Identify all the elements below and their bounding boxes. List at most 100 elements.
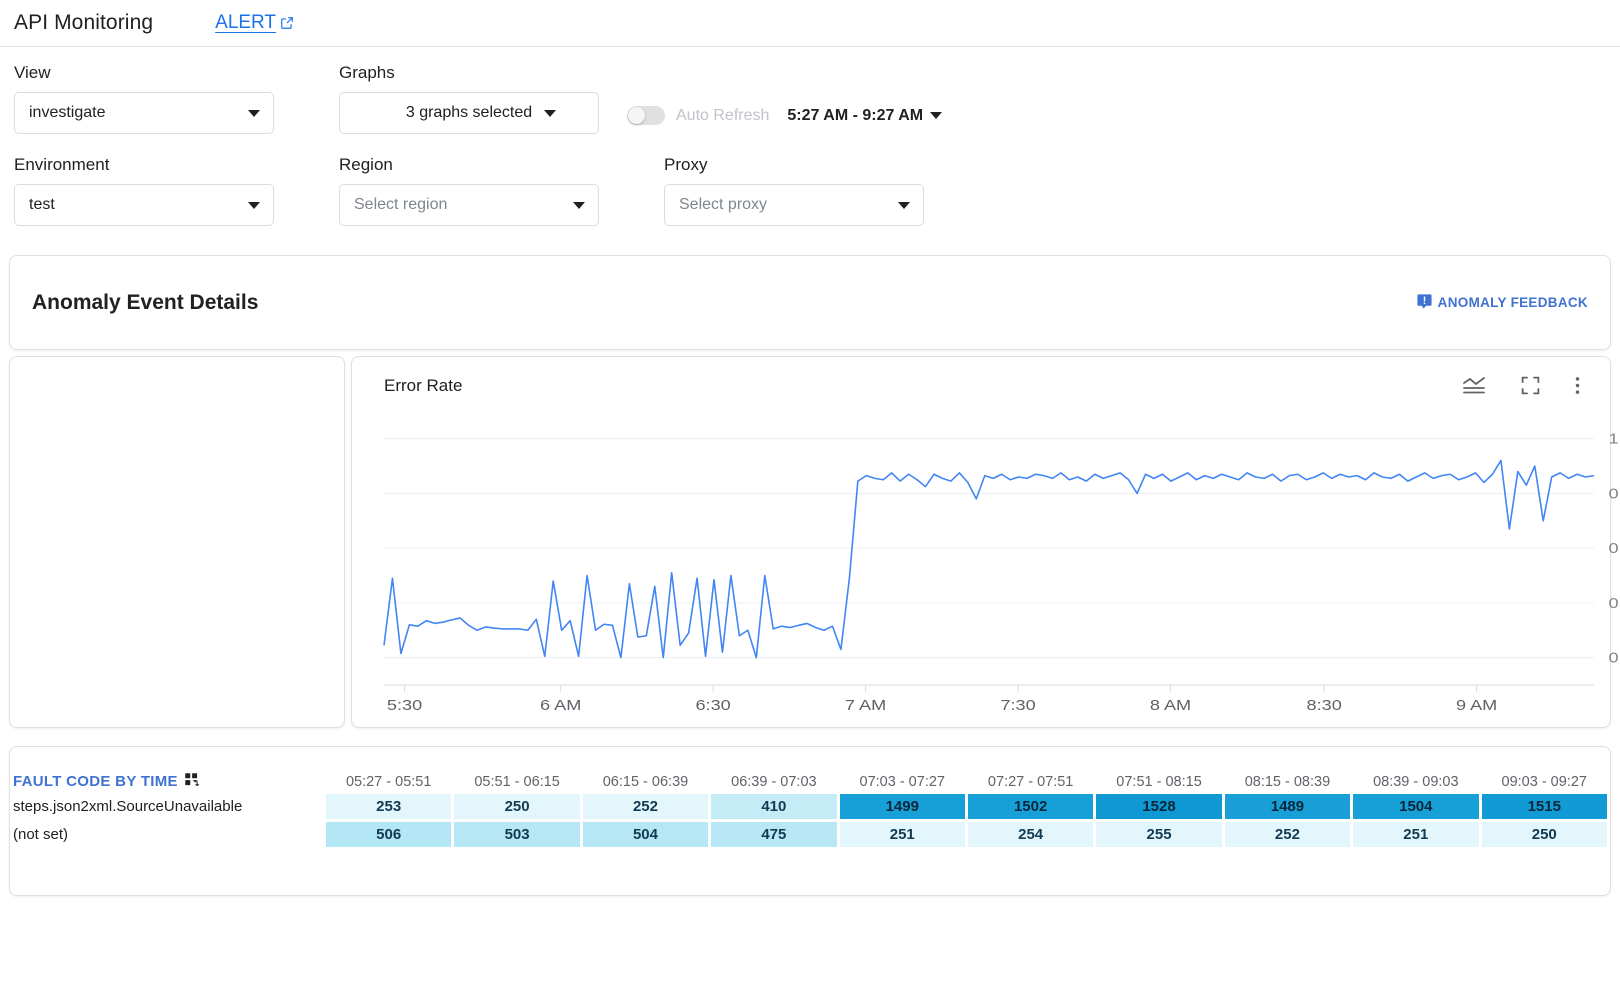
x-axis-tick-label: 5:30 <box>387 696 422 713</box>
x-axis-tick-label: 8:30 <box>1307 696 1342 713</box>
time-bucket-header: 06:39 - 07:03 <box>711 772 836 791</box>
fault-code-by-time-header: FAULT CODE BY TIME <box>13 772 323 791</box>
fault-count-cell[interactable]: 1499 <box>840 794 965 819</box>
y-axis-tick-label: 0.2 <box>1609 649 1620 666</box>
error-rate-chart-card: Error Rate <box>351 356 1611 728</box>
error-rate-line <box>384 461 1594 658</box>
field-view: View investigate <box>14 63 274 134</box>
fault-count-cell[interactable]: 1502 <box>968 794 1093 819</box>
x-axis-tick-label: 9 AM <box>1456 696 1497 713</box>
fault-count-cell[interactable]: 506 <box>326 822 451 847</box>
stacked-chart-icon[interactable] <box>1462 376 1486 396</box>
chart-svg: 1.00.80.60.40.25:306 AM6:307 AM7:308 AM8… <box>384 425 1594 685</box>
select-graphs-value: 3 graphs selected <box>406 104 532 122</box>
transpose-icon <box>184 772 199 791</box>
time-bucket-header: 07:27 - 07:51 <box>968 772 1093 791</box>
select-view-value: investigate <box>29 104 106 122</box>
select-environment-value: test <box>29 196 55 214</box>
fault-count-cell[interactable]: 1489 <box>1225 794 1350 819</box>
select-region-value: Select region <box>354 196 447 214</box>
x-axis-tick-label: 7:30 <box>1000 696 1035 713</box>
chart-row: Error Rate <box>9 356 1611 728</box>
time-bucket-header: 06:15 - 06:39 <box>583 772 708 791</box>
y-axis-tick-label: 1.0 <box>1609 430 1620 447</box>
side-detail-panel <box>9 356 345 728</box>
filters-panel: View investigate Graphs 3 graphs selecte… <box>0 47 1620 226</box>
fault-count-cell[interactable]: 252 <box>583 794 708 819</box>
anomaly-title: Anomaly Event Details <box>32 291 258 315</box>
time-bucket-header: 08:39 - 09:03 <box>1353 772 1478 791</box>
fault-count-cell[interactable]: 503 <box>454 822 579 847</box>
x-axis-tick-label: 8 AM <box>1150 696 1191 713</box>
fault-count-cell[interactable]: 1515 <box>1482 794 1607 819</box>
auto-refresh-group: Auto Refresh 5:27 AM - 9:27 AM <box>627 106 942 134</box>
chevron-down-icon <box>248 110 260 117</box>
fault-count-cell[interactable]: 255 <box>1096 822 1221 847</box>
fault-count-cell[interactable]: 252 <box>1225 822 1350 847</box>
y-axis-tick-label: 0.4 <box>1609 594 1620 611</box>
auto-refresh-toggle[interactable] <box>627 106 665 125</box>
fault-count-cell[interactable]: 1528 <box>1096 794 1221 819</box>
fault-code-table-card: FAULT CODE BY TIME 05:27 - 05:510 <box>9 746 1611 896</box>
select-environment[interactable]: test <box>14 184 274 226</box>
x-axis-tick-label: 7 AM <box>845 696 886 713</box>
corner-label: FAULT CODE BY TIME <box>13 773 178 790</box>
select-view[interactable]: investigate <box>14 92 274 134</box>
chart-toolbar <box>1462 375 1594 396</box>
select-proxy[interactable]: Select proxy <box>664 184 924 226</box>
chart-header: Error Rate <box>384 375 1594 396</box>
field-environment: Environment test <box>14 155 274 226</box>
chevron-down-icon <box>930 112 942 119</box>
chevron-down-icon <box>573 202 585 209</box>
error-rate-plot: 1.00.80.60.40.25:306 AM6:307 AM7:308 AM8… <box>384 425 1594 685</box>
fault-count-cell[interactable]: 253 <box>326 794 451 819</box>
comment-alert-icon <box>1416 293 1433 313</box>
time-bucket-header: 05:27 - 05:51 <box>326 772 451 791</box>
chevron-down-icon <box>898 202 910 209</box>
fault-count-cell[interactable]: 410 <box>711 794 836 819</box>
fault-count-cell[interactable]: 254 <box>968 822 1093 847</box>
filter-row-1: View investigate Graphs 3 graphs selecte… <box>0 63 1620 134</box>
page-title: API Monitoring <box>14 11 153 35</box>
fullscreen-icon[interactable] <box>1520 375 1541 396</box>
fault-count-cell[interactable]: 1504 <box>1353 794 1478 819</box>
label-view: View <box>14 63 274 83</box>
anomaly-feedback-button[interactable]: ANOMALY FEEDBACK <box>1416 293 1588 313</box>
label-graphs: Graphs <box>339 63 599 83</box>
select-proxy-value: Select proxy <box>679 196 767 214</box>
alert-link-label: ALERT <box>215 12 276 34</box>
label-proxy: Proxy <box>664 155 924 175</box>
fault-count-cell[interactable]: 504 <box>583 822 708 847</box>
time-range-picker[interactable]: 5:27 AM - 9:27 AM <box>787 107 942 125</box>
time-bucket-header: 05:51 - 06:15 <box>454 772 579 791</box>
y-axis-tick-label: 0.6 <box>1609 540 1620 557</box>
select-region[interactable]: Select region <box>339 184 599 226</box>
fault-count-cell[interactable]: 251 <box>1353 822 1478 847</box>
chevron-down-icon <box>248 202 260 209</box>
label-environment: Environment <box>14 155 274 175</box>
table-header-row: FAULT CODE BY TIME 05:27 - 05:510 <box>13 772 1607 791</box>
time-range-value: 5:27 AM - 9:27 AM <box>787 107 923 125</box>
external-link-icon <box>280 16 294 30</box>
time-bucket-header: 07:03 - 07:27 <box>840 772 965 791</box>
filter-row-2: Environment test Region Select region Pr… <box>0 155 1620 226</box>
more-vert-icon[interactable] <box>1575 375 1580 396</box>
alert-link[interactable]: ALERT <box>215 12 294 34</box>
x-axis-tick-label: 6:30 <box>695 696 730 713</box>
table-body: steps.json2xml.SourceUnavailable25325025… <box>13 794 1607 847</box>
transpose-button[interactable]: FAULT CODE BY TIME <box>13 772 199 791</box>
fault-code-label: steps.json2xml.SourceUnavailable <box>13 794 323 819</box>
y-axis-tick-label: 0.8 <box>1609 485 1620 502</box>
top-bar: API Monitoring ALERT <box>0 0 1620 47</box>
table-row: steps.json2xml.SourceUnavailable25325025… <box>13 794 1607 819</box>
fault-count-cell[interactable]: 250 <box>1482 822 1607 847</box>
field-region: Region Select region <box>339 155 599 226</box>
fault-count-cell[interactable]: 251 <box>840 822 965 847</box>
fault-count-cell[interactable]: 475 <box>711 822 836 847</box>
select-graphs[interactable]: 3 graphs selected <box>339 92 599 134</box>
anomaly-feedback-label: ANOMALY FEEDBACK <box>1438 295 1588 310</box>
label-region: Region <box>339 155 599 175</box>
fault-count-cell[interactable]: 250 <box>454 794 579 819</box>
anomaly-event-details-card: Anomaly Event Details ANOMALY FEEDBACK <box>9 255 1611 350</box>
auto-refresh-label: Auto Refresh <box>676 107 769 125</box>
